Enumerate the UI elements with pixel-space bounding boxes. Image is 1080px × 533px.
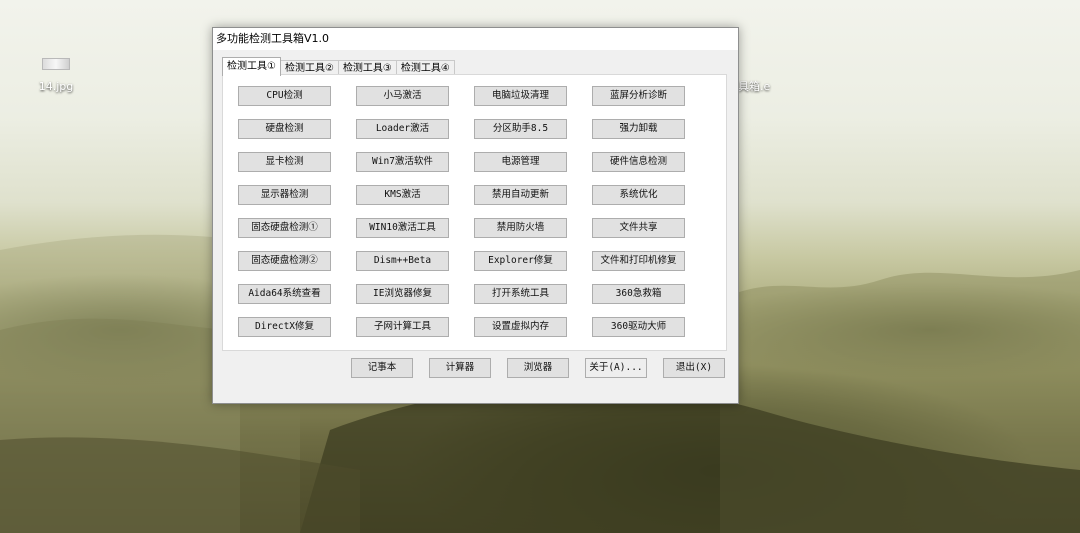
- tool-button-grid: CPU检测 小马激活 电脑垃圾清理 蓝屏分析诊断 硬盘检测 Loader激活 分…: [238, 86, 685, 337]
- hardware-info-button[interactable]: 硬件信息检测: [592, 152, 685, 172]
- bottom-button-bar: 记事本 计算器 浏览器 关于(A)... 退出(X): [351, 358, 725, 378]
- image-thumbnail-icon: [42, 58, 70, 70]
- explorer-repair-button[interactable]: Explorer修复: [474, 251, 567, 271]
- desktop-icon-image[interactable]: 14.jpg: [34, 58, 78, 93]
- ie-repair-button[interactable]: IE浏览器修复: [356, 284, 449, 304]
- gpu-check-button[interactable]: 显卡检测: [238, 152, 331, 172]
- win10-activate-button[interactable]: WIN10激活工具: [356, 218, 449, 238]
- ssd-check-1-button[interactable]: 固态硬盘检测①: [238, 218, 331, 238]
- xiaoma-activate-button[interactable]: 小马激活: [356, 86, 449, 106]
- bluescreen-diagnose-button[interactable]: 蓝屏分析诊断: [592, 86, 685, 106]
- disk-check-button[interactable]: 硬盘检测: [238, 119, 331, 139]
- exit-button[interactable]: 退出(X): [663, 358, 725, 378]
- desktop-icon-label: 具箱.e: [738, 80, 771, 93]
- junk-clean-button[interactable]: 电脑垃圾清理: [474, 86, 567, 106]
- desktop-icon-toolbox[interactable]: 具箱.e: [738, 78, 778, 94]
- 360-driver-button[interactable]: 360驱动大师: [592, 317, 685, 337]
- loader-activate-button[interactable]: Loader激活: [356, 119, 449, 139]
- ssd-check-2-button[interactable]: 固态硬盘检测②: [238, 251, 331, 271]
- partition-assistant-button[interactable]: 分区助手8.5: [474, 119, 567, 139]
- directx-repair-button[interactable]: DirectX修复: [238, 317, 331, 337]
- power-management-button[interactable]: 电源管理: [474, 152, 567, 172]
- window-title: 多功能检测工具箱V1.0: [213, 28, 738, 50]
- dism-button[interactable]: Dism++Beta: [356, 251, 449, 271]
- aida64-button[interactable]: Aida64系统查看: [238, 284, 331, 304]
- 360-rescue-button[interactable]: 360急救箱: [592, 284, 685, 304]
- system-tools-button[interactable]: 打开系统工具: [474, 284, 567, 304]
- monitor-check-button[interactable]: 显示器检测: [238, 185, 331, 205]
- notepad-button[interactable]: 记事本: [351, 358, 413, 378]
- file-printer-repair-button[interactable]: 文件和打印机修复: [592, 251, 685, 271]
- tab-tools-1[interactable]: 检测工具①: [222, 57, 281, 76]
- toolbox-window: 多功能检测工具箱V1.0 检测工具① 检测工具② 检测工具③ 检测工具④ CPU…: [212, 27, 739, 404]
- tab-strip: 检测工具① 检测工具② 检测工具③ 检测工具④: [222, 57, 455, 76]
- virtual-memory-button[interactable]: 设置虚拟内存: [474, 317, 567, 337]
- kms-activate-button[interactable]: KMS激活: [356, 185, 449, 205]
- browser-button[interactable]: 浏览器: [507, 358, 569, 378]
- system-optimize-button[interactable]: 系统优化: [592, 185, 685, 205]
- cpu-check-button[interactable]: CPU检测: [238, 86, 331, 106]
- about-button[interactable]: 关于(A)...: [585, 358, 647, 378]
- calculator-button[interactable]: 计算器: [429, 358, 491, 378]
- disable-autoupdate-button[interactable]: 禁用自动更新: [474, 185, 567, 205]
- tab-panel: CPU检测 小马激活 电脑垃圾清理 蓝屏分析诊断 硬盘检测 Loader激活 分…: [222, 74, 727, 351]
- disable-firewall-button[interactable]: 禁用防火墙: [474, 218, 567, 238]
- force-uninstall-button[interactable]: 强力卸载: [592, 119, 685, 139]
- subnet-calc-button[interactable]: 子网计算工具: [356, 317, 449, 337]
- file-share-button[interactable]: 文件共享: [592, 218, 685, 238]
- desktop-icon-label: 14.jpg: [38, 80, 74, 93]
- win7-activate-button[interactable]: Win7激活软件: [356, 152, 449, 172]
